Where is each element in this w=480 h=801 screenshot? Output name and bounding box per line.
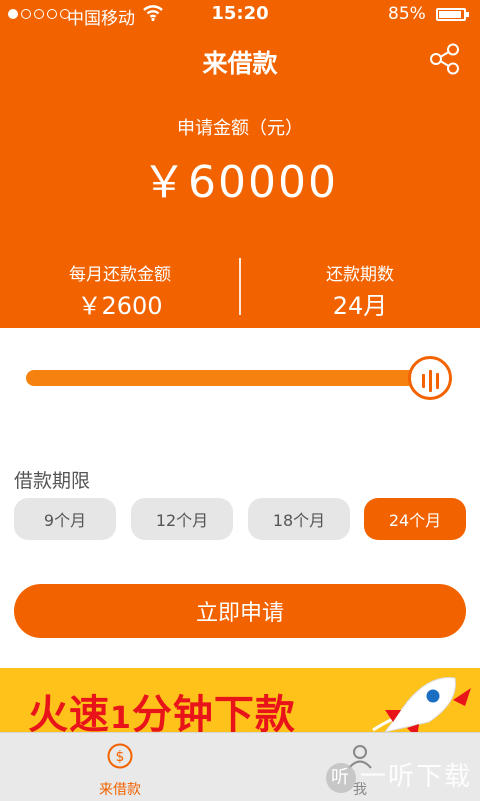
amount-slider-track[interactable] — [26, 370, 434, 386]
battery-percent: 85% — [388, 4, 426, 24]
tab-borrow-label: 来借款 — [99, 782, 141, 798]
term-option-12[interactable]: 12个月 — [131, 498, 233, 540]
watermark-text: 一听下载 — [360, 762, 473, 792]
term-option-18[interactable]: 18个月 — [248, 498, 350, 540]
periods-label: 还款期数 — [326, 265, 394, 285]
promo-banner[interactable]: 火速1分钟下款 — [0, 668, 480, 738]
amount-label: 申请金额（元） — [177, 118, 303, 139]
monthly-payment-value: ￥2600 — [77, 292, 163, 320]
rocket-icon — [372, 677, 471, 738]
term-option-24[interactable]: 24个月 — [364, 498, 466, 540]
header-divider — [239, 258, 241, 315]
banner-text: 火速1分钟下款 — [28, 682, 296, 738]
term-option-9[interactable]: 9个月 — [14, 498, 116, 540]
svg-text:$: $ — [116, 749, 125, 765]
amount-value: ￥60000 — [142, 157, 338, 208]
share-icon[interactable] — [428, 42, 462, 76]
dollar-coin-icon: $ — [107, 743, 133, 769]
amount-slider-thumb[interactable] — [408, 356, 452, 400]
banner-text-number: 1 — [110, 701, 132, 736]
tab-borrow[interactable]: $ 来借款 — [60, 733, 180, 801]
watermark-logo: 听 — [326, 762, 356, 793]
status-bar: 中国移动 15:20 85% — [0, 0, 480, 30]
periods-value: 24月 — [332, 292, 388, 320]
apply-button[interactable]: 立即申请 — [14, 584, 466, 638]
monthly-payment-label: 每月还款金额 — [69, 265, 171, 285]
page-title: 来借款 — [202, 49, 278, 78]
term-label: 借款期限 — [14, 470, 91, 492]
battery-icon — [436, 8, 469, 21]
watermark: 听一听下载 — [326, 756, 472, 793]
grip-icon — [411, 368, 449, 392]
loan-header: 来借款 申请金额（元） ￥60000 每月还款金额 ￥2600 还款期数 24月 — [0, 30, 480, 328]
